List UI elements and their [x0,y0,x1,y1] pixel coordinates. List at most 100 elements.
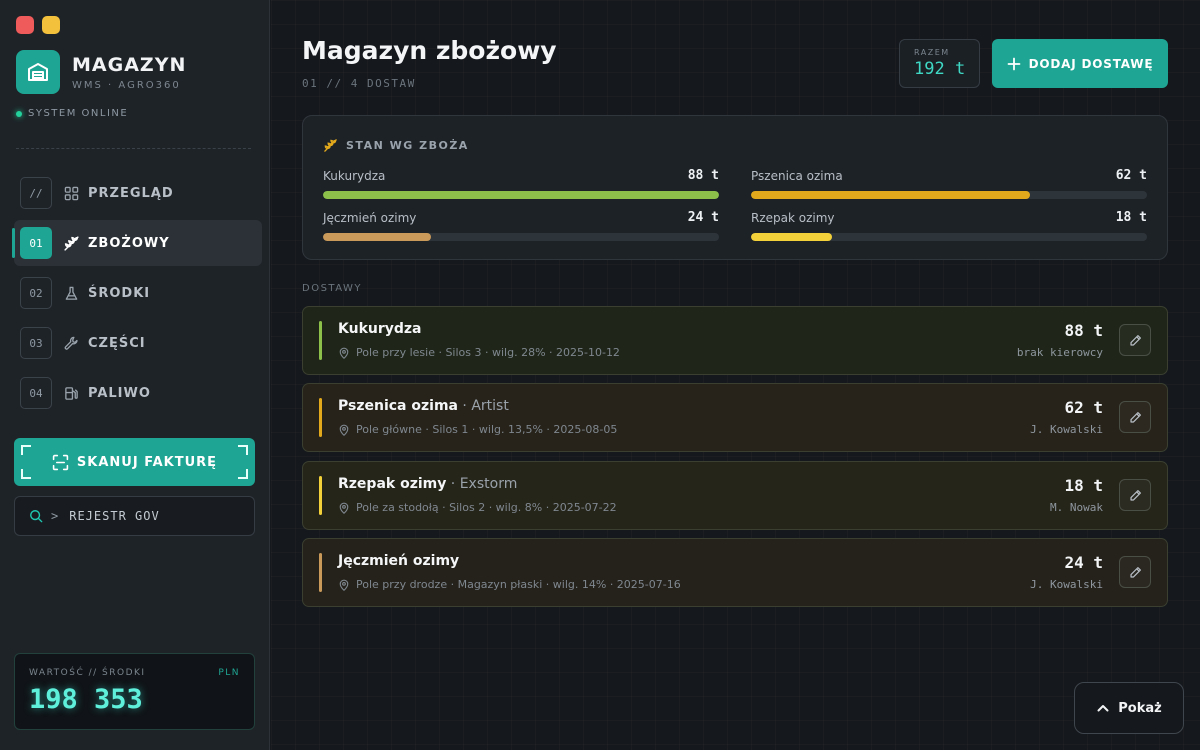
delivery-quantity: 18 t [1064,476,1103,495]
prompt-symbol: > [51,509,60,523]
stock-bar-value: 24 t [687,210,719,225]
delivery-accent [319,553,322,592]
delivery-name: Jęczmień ozimy [338,553,460,569]
pencil-icon [1129,489,1142,502]
delivery-name: Kukurydza [338,321,422,337]
sidebar-item-przeglad[interactable]: // PRZEGLĄD [14,170,262,216]
delivery-quantity: 88 t [1064,321,1103,340]
deliveries-label: DOSTAWY [302,283,363,294]
page-subtitle: 01 // 4 DOSTAW [302,77,416,90]
pencil-icon [1129,566,1142,579]
gov-registry-label: REJESTR GOV [69,509,160,523]
page-title: Magazyn zbożowy [302,36,557,65]
delivery-row[interactable]: Jęczmień ozimy Pole przy drodze · Magazy… [302,538,1168,607]
value-amount: 198 353 [29,684,143,715]
app-subtitle: WMS · AGRO360 [72,79,181,91]
sidebar: MAGAZYN WMS · AGRO360 SYSTEM ONLINE // P… [0,0,270,750]
location-pin-icon [338,347,350,359]
delivery-row[interactable]: Pszenica ozima · Artist Pole główne · Si… [302,383,1168,452]
grid-icon [62,184,80,202]
location-pin-icon [338,579,350,591]
nav-label: PALIWO [88,385,151,401]
scan-invoice-label: SKANUJ FAKTURĘ [76,454,218,470]
delivery-meta: Pole przy lesie · Silos 3 · wilg. 28% · … [356,346,620,359]
system-status: SYSTEM ONLINE [16,108,128,119]
app-title: MAGAZYN [72,53,187,76]
delivery-driver: brak kierowcy [1016,346,1103,359]
brand: MAGAZYN WMS · AGRO360 [16,50,186,94]
scan-invoice-button[interactable]: SKANUJ FAKTURĘ [14,438,255,486]
stock-bar-pszenica: Pszenica ozima 62 t [751,168,1147,199]
search-icon [29,509,43,523]
total-label: RAZEM [914,48,950,57]
value-label: WARTOŚĆ // ŚRODKI [29,668,146,678]
delivery-accent [319,398,322,437]
gov-registry-button[interactable]: > REJESTR GOV [14,496,255,536]
add-delivery-button[interactable]: DODAJ DOSTAWĘ [992,39,1168,88]
nav-label: ŚRODKI [88,285,151,301]
edit-button[interactable] [1119,556,1151,588]
show-button[interactable]: Pokaż [1074,682,1184,734]
sidebar-divider [16,148,251,149]
stock-bar-value: 62 t [1115,168,1147,183]
pencil-icon [1129,411,1142,424]
delivery-meta: Pole przy drodze · Magazyn płaski · wilg… [356,578,681,591]
nav-label: PRZEGLĄD [88,185,174,201]
nav-number: 02 [20,277,52,309]
stock-bar-kukurydza: Kukurydza 88 t [323,168,719,199]
delivery-variety: · Exstorm [446,476,518,492]
stock-bar-fill [751,191,1030,199]
delivery-name: Rzepak ozimy [338,476,447,492]
scan-icon [52,454,69,471]
stock-bar-name: Pszenica ozima [751,168,843,183]
stock-bar-fill [323,233,431,241]
nav-number: 01 [20,227,52,259]
chevron-up-icon [1096,701,1110,715]
wrench-icon [62,334,80,352]
add-delivery-label: DODAJ DOSTAWĘ [1028,56,1154,71]
main-content: Magazyn zbożowy 01 // 4 DOSTAW RAZEM 192… [271,0,1200,750]
plus-icon [1007,57,1021,71]
delivery-name: Pszenica ozima [338,398,458,414]
wheat-icon [62,234,80,252]
sidebar-item-srodki[interactable]: 02 ŚRODKI [14,270,262,316]
stock-card: STAN WG ZBOŻA Kukurydza 88 t Pszenica oz… [302,115,1168,260]
delivery-meta: Pole za stodołą · Silos 2 · wilg. 8% · 2… [356,501,617,514]
stock-bar-name: Rzepak ozimy [751,210,835,225]
stock-title: STAN WG ZBOŻA [346,139,469,152]
minimize-window-button[interactable] [42,16,60,34]
delivery-row[interactable]: Rzepak ozimy · Exstorm Pole za stodołą ·… [302,461,1168,530]
sidebar-item-czesci[interactable]: 03 CZĘŚCI [14,320,262,366]
sidebar-item-zbozowy[interactable]: 01 ZBOŻOWY [12,220,262,266]
nav-number: 03 [20,327,52,359]
nav-number: 04 [20,377,52,409]
sidebar-item-paliwo[interactable]: 04 PALIWO [14,370,262,416]
stock-bar-name: Kukurydza [323,168,386,183]
nav-label: ZBOŻOWY [88,235,170,251]
stock-bar-name: Jęczmień ozimy [323,210,417,225]
stock-bar-rzepak: Rzepak ozimy 18 t [751,210,1147,241]
warehouse-icon [16,50,60,94]
value-currency: PLN [218,668,240,678]
stock-bar-value: 88 t [687,168,719,183]
flask-icon [62,284,80,302]
value-card: WARTOŚĆ // ŚRODKI PLN 198 353 [14,653,255,730]
delivery-accent [319,476,322,515]
delivery-meta: Pole główne · Silos 1 · wilg. 13,5% · 20… [356,423,618,436]
edit-button[interactable] [1119,479,1151,511]
stock-bar-fill [751,233,832,241]
delivery-driver: J. Kowalski [1030,578,1103,591]
delivery-row[interactable]: Kukurydza Pole przy lesie · Silos 3 · wi… [302,306,1168,375]
window-controls [16,16,60,34]
nav-number: // [20,177,52,209]
close-window-button[interactable] [16,16,34,34]
total-value: 192 t [914,59,966,79]
total-badge: RAZEM 192 t [899,39,980,88]
edit-button[interactable] [1119,401,1151,433]
edit-button[interactable] [1119,324,1151,356]
nav-label: CZĘŚCI [88,335,146,351]
sidebar-nav: // PRZEGLĄD 01 ZBOŻOWY 02 ŚRODKI 03 CZĘŚ… [12,170,262,420]
location-pin-icon [338,424,350,436]
delivery-driver: M. Nowak [1050,501,1103,514]
location-pin-icon [338,502,350,514]
